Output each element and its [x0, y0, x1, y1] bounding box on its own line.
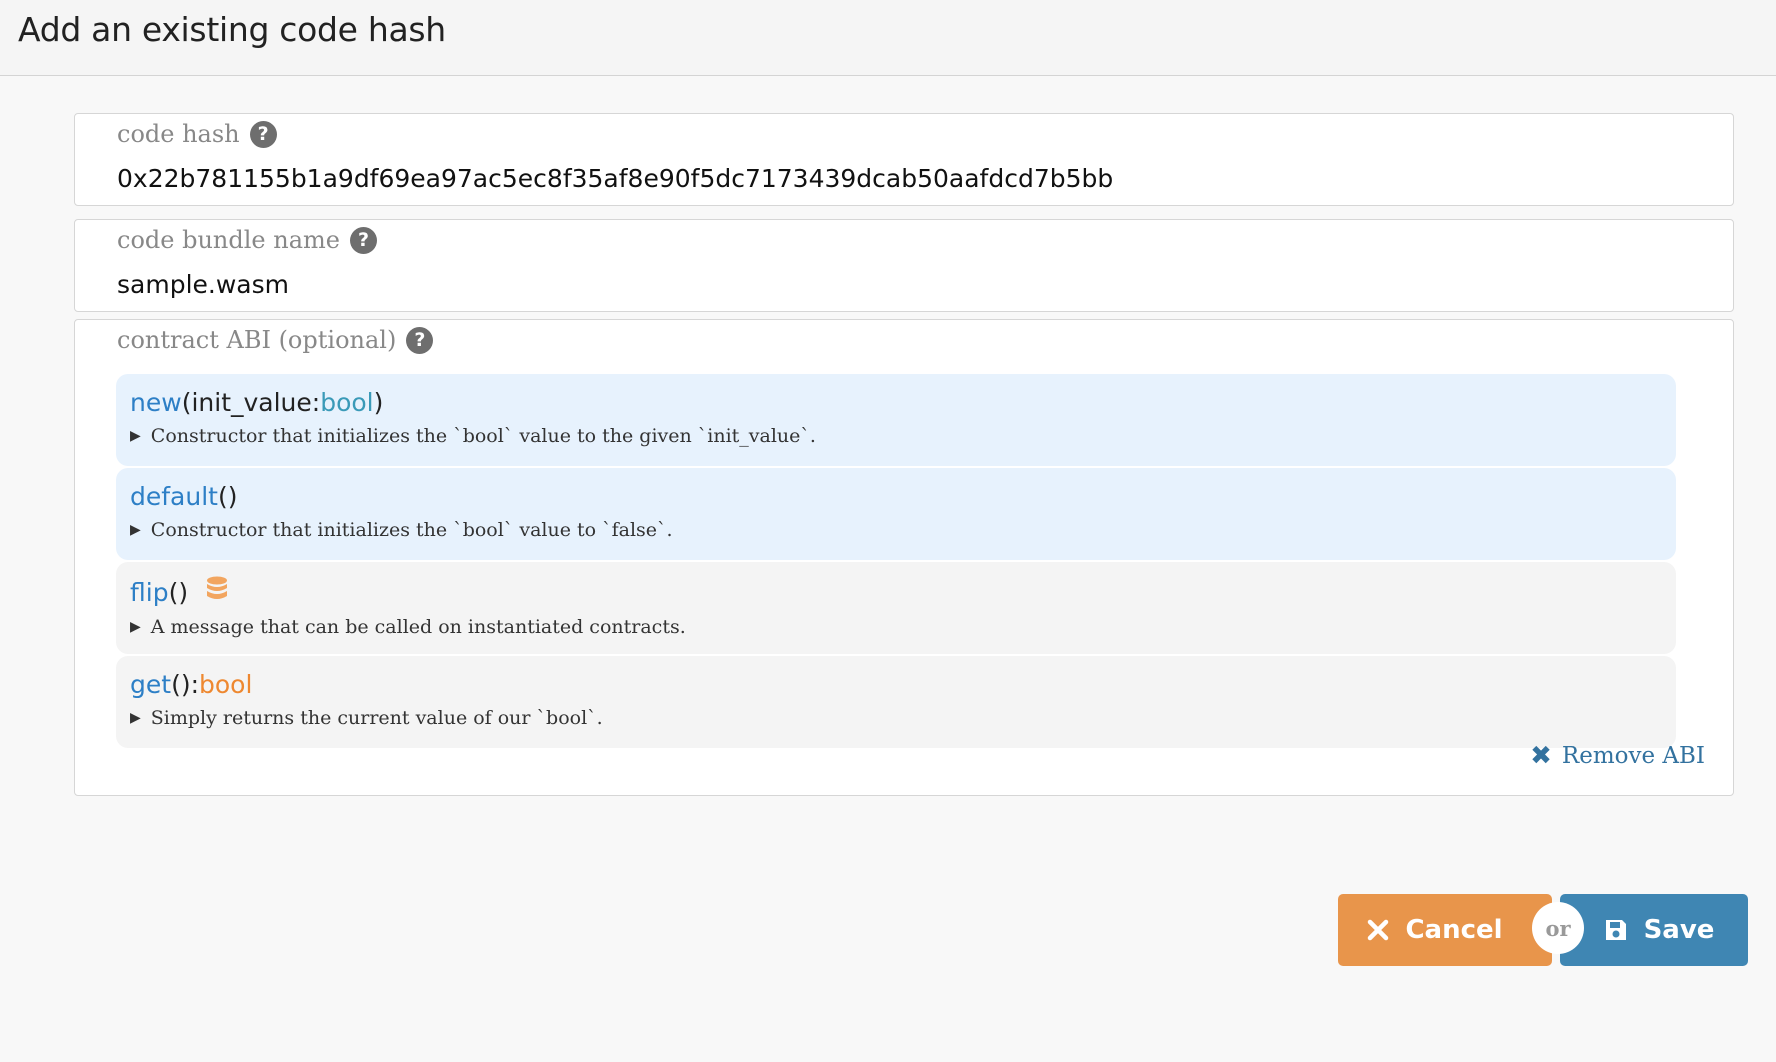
code-hash-label-text: code hash	[117, 120, 240, 148]
doc-text: Constructor that initializes the `bool` …	[150, 425, 816, 447]
signature-text: )	[373, 388, 384, 417]
signature-text: (	[181, 388, 192, 417]
code-hash-field[interactable]: code hash ? 0x22b781155b1a9df69ea97ac5ec…	[74, 113, 1734, 206]
save-button[interactable]: Save	[1560, 894, 1748, 966]
doc-text: Simply returns the current value of our …	[150, 707, 603, 729]
abi-message-get[interactable]: get (): bool ▶ Simply returns the current…	[116, 656, 1676, 748]
function-doc[interactable]: ▶ Constructor that initializes the `bool…	[130, 519, 1662, 541]
disclosure-triangle-icon[interactable]: ▶	[130, 619, 141, 635]
code-bundle-name-field[interactable]: code bundle name ? sample.wasm	[74, 219, 1734, 312]
return-type: bool	[199, 670, 253, 699]
function-doc[interactable]: ▶ A message that can be called on instan…	[130, 616, 1662, 638]
close-icon: ✖	[1530, 741, 1552, 771]
disclosure-triangle-icon[interactable]: ▶	[130, 428, 141, 444]
function-name: flip	[130, 577, 169, 607]
remove-abi-label: Remove ABI	[1561, 743, 1705, 769]
contract-abi-field: contract ABI (optional) ? new(init_value…	[74, 319, 1734, 796]
function-signature: flip()	[130, 576, 1662, 608]
abi-message-flip[interactable]: flip() ▶ A message that can be called on…	[116, 562, 1676, 654]
doc-text: A message that can be called on instanti…	[150, 616, 686, 638]
close-icon	[1367, 919, 1389, 941]
function-signature: get (): bool	[130, 670, 1662, 699]
cancel-button[interactable]: Cancel	[1338, 894, 1552, 966]
signature-text: ()	[217, 482, 238, 511]
cancel-label: Cancel	[1405, 915, 1503, 945]
param-type: bool	[320, 388, 374, 417]
signature-text: ()	[168, 577, 189, 607]
code-hash-value[interactable]: 0x22b781155b1a9df69ea97ac5ec8f35af8e90f5…	[117, 164, 1113, 193]
floppy-disk-icon	[1604, 918, 1628, 942]
code-bundle-name-label: code bundle name ?	[117, 226, 377, 254]
page-header: Add an existing code hash	[0, 0, 1776, 76]
save-label: Save	[1643, 915, 1715, 945]
disclosure-triangle-icon[interactable]: ▶	[130, 710, 141, 726]
page-title: Add an existing code hash	[18, 10, 446, 49]
param-name: init_value:	[191, 388, 321, 417]
contract-abi-label: contract ABI (optional) ?	[117, 326, 434, 354]
function-signature: default()	[130, 482, 1662, 511]
disclosure-triangle-icon[interactable]: ▶	[130, 522, 141, 538]
function-name: new	[130, 388, 182, 417]
doc-text: Constructor that initializes the `bool` …	[150, 519, 673, 541]
function-name: get	[130, 670, 172, 699]
code-bundle-name-label-text: code bundle name	[117, 226, 340, 254]
code-hash-label: code hash ?	[117, 120, 277, 148]
abi-constructor-default[interactable]: default() ▶ Constructor that initializes…	[116, 468, 1676, 560]
contract-abi-label-text: contract ABI (optional)	[117, 326, 397, 354]
or-separator: or	[1532, 902, 1584, 954]
abi-constructor-new[interactable]: new(init_value: bool) ▶ Constructor that…	[116, 374, 1676, 466]
function-doc[interactable]: ▶ Constructor that initializes the `bool…	[130, 425, 1662, 447]
function-doc[interactable]: ▶ Simply returns the current value of ou…	[130, 707, 1662, 729]
database-icon	[206, 576, 228, 608]
function-name: default	[130, 482, 218, 511]
function-signature: new(init_value: bool)	[130, 388, 1662, 417]
question-circle-icon[interactable]: ?	[349, 226, 377, 254]
signature-text: ():	[171, 670, 199, 699]
question-circle-icon[interactable]: ?	[406, 326, 434, 354]
question-circle-icon[interactable]: ?	[249, 120, 277, 148]
remove-abi-button[interactable]: ✖ Remove ABI	[1530, 741, 1705, 771]
code-bundle-name-value[interactable]: sample.wasm	[117, 270, 289, 299]
